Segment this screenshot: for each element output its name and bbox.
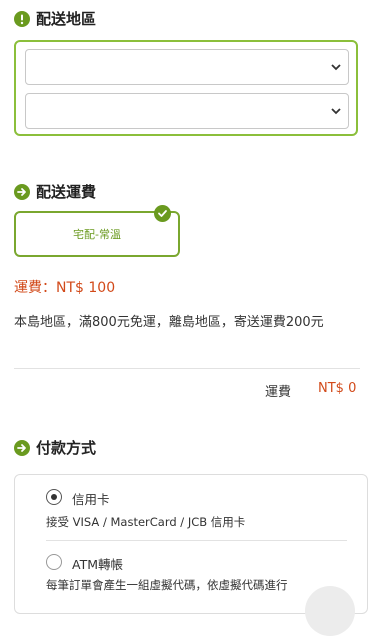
shipping-title-text: 配送運費 xyxy=(36,183,97,201)
credit-card-desc: 接受 VISA / MasterCard / JCB 信用卡 xyxy=(46,515,246,529)
payment-section-title: 付款方式 xyxy=(14,437,96,458)
exclamation-icon xyxy=(14,10,30,27)
chevron-down-icon xyxy=(331,64,341,71)
shipping-note: 本島地區，滿800元免運，離島地區，寄送運費200元 xyxy=(14,315,324,330)
credit-card-label: 信用卡 xyxy=(72,492,110,507)
region-title-text: 配送地區 xyxy=(36,10,97,28)
payment-title-text: 付款方式 xyxy=(36,439,97,457)
atm-transfer-label: ATM轉帳 xyxy=(72,557,124,572)
credit-card-radio[interactable] xyxy=(46,489,62,505)
floating-action-button[interactable] xyxy=(305,586,355,636)
region-section-title: 配送地區 xyxy=(14,8,96,29)
atm-transfer-desc: 每筆訂單會產生一組虛擬代碼，依虛擬代碼進行 xyxy=(46,578,288,592)
check-circle-icon xyxy=(154,205,171,222)
arrow-right-circle-icon xyxy=(14,183,30,200)
shipping-section-title: 配送運費 xyxy=(14,181,96,202)
district-select[interactable] xyxy=(25,93,349,129)
shipping-fee: 運費：NT$ 100 xyxy=(14,277,115,297)
county-select[interactable] xyxy=(25,49,349,85)
summary-shipping-value: NT$ 0 xyxy=(318,381,357,396)
divider xyxy=(14,368,360,369)
shipping-fee-label: 運費： xyxy=(14,280,56,296)
region-select-panel xyxy=(14,40,358,136)
shipping-option-label: 宅配-常溫 xyxy=(73,228,121,241)
chevron-down-icon xyxy=(331,108,341,115)
summary-shipping-label: 運費 xyxy=(265,385,292,400)
payment-divider xyxy=(46,540,347,541)
arrow-right-circle-icon xyxy=(14,439,30,456)
shipping-fee-value: NT$ 100 xyxy=(56,280,116,296)
atm-transfer-radio[interactable] xyxy=(46,554,62,570)
